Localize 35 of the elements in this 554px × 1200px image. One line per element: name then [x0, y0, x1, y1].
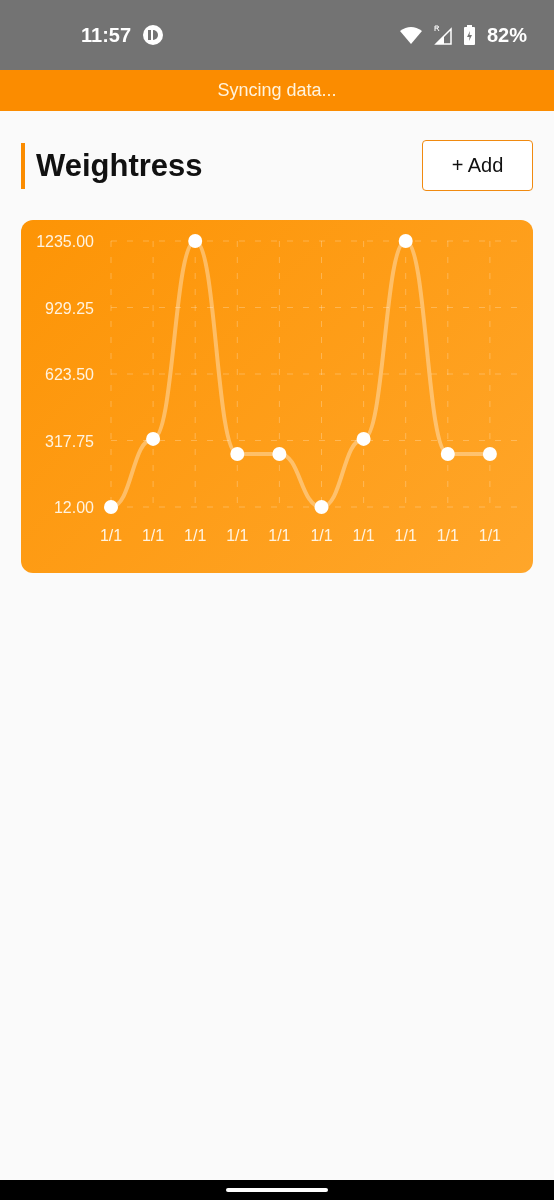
data-point [440, 446, 455, 461]
data-point [188, 234, 203, 248]
notification-icon [143, 25, 164, 45]
y-axis-label: 317.75 [45, 432, 94, 450]
x-axis-label: 1/1 [478, 527, 501, 544]
data-point [356, 431, 371, 446]
x-axis-label: 1/1 [352, 527, 375, 544]
x-axis-label: 1/1 [99, 527, 123, 544]
data-point [482, 446, 497, 461]
battery-icon [463, 25, 475, 45]
page-title: Weightress [21, 142, 203, 189]
x-axis-label: 1/1 [394, 527, 417, 544]
home-handle[interactable] [226, 1188, 328, 1192]
status-time: 11:57 [81, 23, 132, 47]
y-axis-label: 12.00 [53, 499, 94, 516]
data-point [146, 431, 161, 446]
wifi-icon [399, 26, 422, 44]
x-axis-label: 1/1 [184, 527, 207, 544]
battery-percentage: 82% [486, 23, 527, 47]
data-point [398, 234, 413, 248]
y-axis-label: 1235.00 [36, 233, 94, 250]
y-axis-label: 929.25 [45, 299, 94, 317]
data-point [314, 500, 329, 514]
y-axis-label: 623.50 [45, 366, 94, 383]
data-point [104, 500, 118, 514]
signal-icon [433, 25, 452, 45]
add-button[interactable]: + Add [422, 140, 533, 191]
x-axis-label: 1/1 [310, 527, 333, 544]
x-axis-label: 1/1 [268, 527, 291, 544]
x-axis-label: 1/1 [226, 527, 249, 544]
data-point [230, 446, 245, 461]
sync-banner: Syncing data... [0, 70, 554, 111]
data-point [272, 446, 287, 461]
x-axis-label: 1/1 [436, 527, 459, 544]
x-axis-label: 1/1 [142, 527, 165, 544]
